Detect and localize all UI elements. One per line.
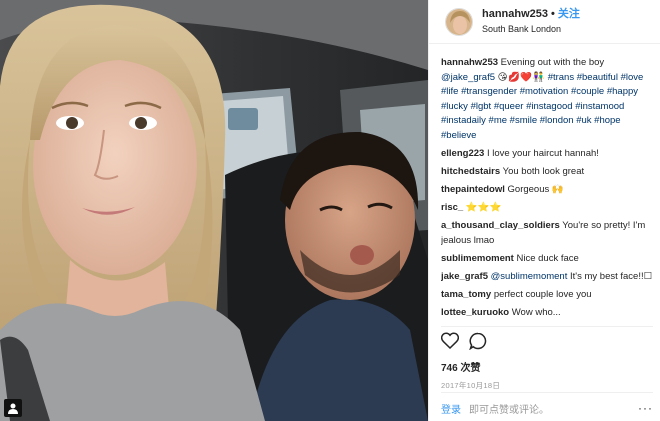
hashtag-link[interactable]: #beautiful [577, 72, 618, 83]
hashtag-link[interactable]: #lgbt [471, 101, 492, 112]
hashtag-link[interactable]: #instadaily [441, 115, 486, 126]
comment-username[interactable]: a_thousand_clay_soldiers [441, 220, 560, 231]
comment-text: Wow who... [511, 307, 561, 319]
comment-username[interactable]: jake_graf5 [441, 271, 488, 282]
comment-items: elleng223 I love your haircut hannah! hit… [441, 147, 653, 320]
comment-item: elleng223 I love your haircut hannah! [441, 147, 653, 162]
hashtag-link[interactable]: #lucky [441, 101, 468, 112]
post-header: hannahw253 • 关注 South Bank London [429, 0, 660, 44]
caption-emoji: 😘💋❤️👫 [497, 71, 546, 83]
comment-mention[interactable]: @sublimemoment [491, 271, 568, 282]
hashtag-link[interactable]: #hope [594, 115, 620, 126]
comment-username[interactable]: lottee_kuruoko [441, 307, 509, 318]
hashtag-link[interactable]: #uk [576, 115, 591, 126]
comment-text: Gorgeous 🙌 [507, 184, 564, 196]
comment-item: risc_ ⭐⭐⭐ [441, 201, 653, 216]
comment-text: You both look great [502, 166, 585, 178]
comment-item: jake_graf5 @sublimemoment It's my best f… [441, 270, 653, 285]
comment-text: It's my best face!!☐ [570, 271, 653, 283]
hashtag-link[interactable]: #believe [441, 130, 476, 141]
comment-item: hitchedstairs You both look great [441, 165, 653, 180]
comment-username[interactable]: sublimemoment [441, 253, 514, 264]
like-count[interactable]: 746 次赞 [441, 359, 653, 374]
comment-text: ⭐⭐⭐ [465, 202, 502, 214]
comment-text: perfect couple love you [493, 289, 592, 301]
hashtag-link[interactable]: #happy [607, 86, 638, 97]
comment-text: Nice duck face [516, 253, 579, 265]
comment-username[interactable]: elleng223 [441, 148, 484, 159]
caption-text: Evening out with the boy [500, 57, 605, 68]
comment-item: thepaintedowl Gorgeous 🙌 [441, 183, 653, 198]
post-photo[interactable] [0, 0, 428, 421]
hashtag-link[interactable]: #london [540, 115, 574, 126]
hashtag-link[interactable]: #queer [494, 101, 524, 112]
comments-list[interactable]: hannahw253 Evening out with the boy @jak… [441, 56, 653, 320]
more-options-icon[interactable]: ··· [638, 401, 653, 415]
comment-username[interactable]: tama_tomy [441, 289, 491, 300]
caption-mention[interactable]: @jake_graf5 [441, 72, 495, 83]
location-link[interactable]: South Bank London [482, 22, 580, 37]
hashtag-link[interactable]: #trans [548, 72, 574, 83]
avatar[interactable] [445, 7, 473, 36]
comment-item: sublimemoment Nice duck face [441, 252, 653, 267]
hashtag-link[interactable]: #couple [571, 86, 604, 97]
heart-outline-icon[interactable] [440, 332, 460, 354]
speech-bubble-icon[interactable] [469, 332, 487, 355]
separator-dot: • [551, 7, 555, 20]
follow-button[interactable]: 关注 [558, 8, 580, 20]
hashtag-link[interactable]: #me [489, 115, 507, 126]
comment-username[interactable]: risc_ [441, 202, 463, 213]
tagged-people-icon[interactable] [4, 399, 22, 417]
login-link[interactable]: 登录 [441, 401, 461, 416]
hashtag-link[interactable]: #life [441, 86, 458, 97]
hashtag-link[interactable]: #instamood [575, 101, 624, 112]
comment-item: tama_tomy perfect couple love you [441, 288, 653, 303]
caption: hannahw253 Evening out with the boy @jak… [441, 56, 653, 144]
comment-text: I love your haircut hannah! [486, 148, 599, 160]
comment-item: a_thousand_clay_soldiers You're so prett… [441, 219, 653, 248]
hashtag-link[interactable]: #transgender [461, 86, 517, 97]
comment-username[interactable]: thepaintedowl [441, 184, 505, 195]
post-actions: 746 次赞 2017年10月18日 [440, 326, 653, 391]
hashtag-link[interactable]: #love [621, 72, 644, 83]
post-date[interactable]: 2017年10月18日 [441, 380, 653, 391]
comment-username[interactable]: hitchedstairs [441, 166, 500, 177]
selfie-image [0, 0, 428, 421]
login-footer: 登录 即可点赞或评论。 ··· [441, 392, 653, 416]
caption-user[interactable]: hannahw253 [441, 57, 498, 68]
hashtag-link[interactable]: #motivation [520, 86, 569, 97]
comment-item: lottee_kuruoko Wow who... [441, 306, 653, 320]
hashtag-link[interactable]: #instagood [526, 101, 572, 112]
username-link[interactable]: hannahw253 [482, 8, 548, 20]
post-sidebar: hannahw253 • 关注 South Bank London hannahw2… [428, 0, 660, 421]
hashtag-link[interactable]: #smile [510, 115, 537, 126]
login-prompt: 即可点赞或评论。 [469, 405, 549, 416]
